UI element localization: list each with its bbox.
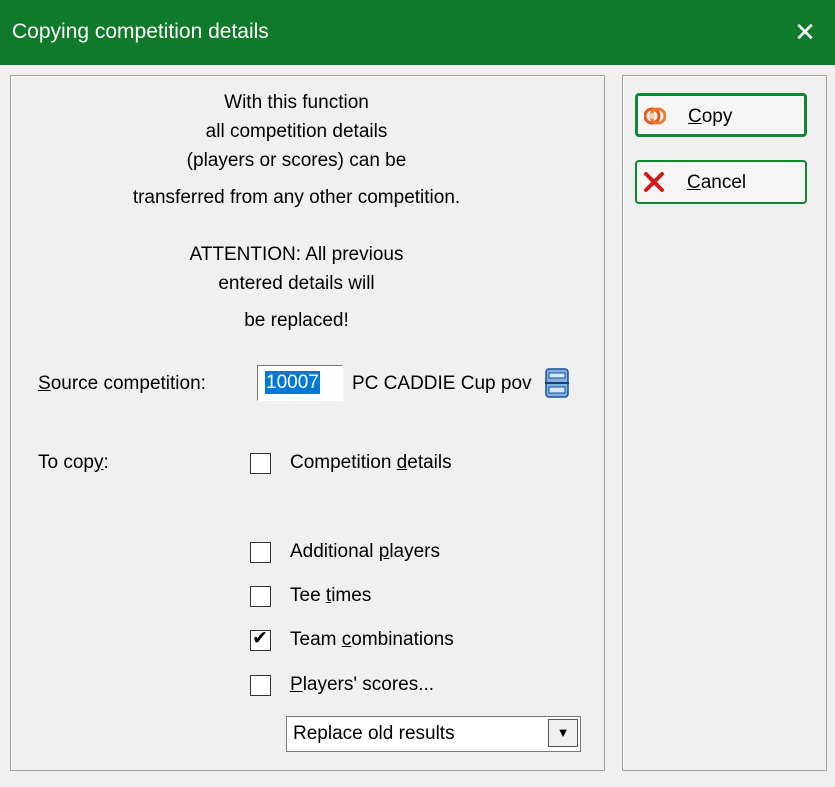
competition-details-label[interactable]: Competition details — [290, 452, 452, 474]
additional-players-label[interactable]: Additional players — [290, 541, 440, 563]
additional-players-checkbox[interactable] — [250, 542, 271, 563]
close-button[interactable]: ✕ — [775, 0, 835, 65]
attention-line-1: ATTENTION: All previous — [189, 244, 404, 265]
cancel-button[interactable]: Cancel — [635, 160, 807, 204]
tee-times-label[interactable]: Tee times — [290, 585, 371, 607]
attention-line-2: entered details will — [218, 273, 375, 294]
copy-button-label: Copy — [688, 106, 733, 127]
source-competition-label: Source competition: — [38, 373, 206, 394]
cancel-button-label: Cancel — [687, 172, 747, 193]
team-combinations-label[interactable]: Team combinations — [290, 629, 454, 651]
info-line-3: (players or scores) can be — [186, 150, 407, 171]
main-panel — [10, 75, 605, 771]
title-bar[interactable]: Copying competition details ✕ — [0, 0, 835, 65]
players-scores-label[interactable]: Players' scores... — [290, 674, 434, 696]
info-line-4: transferred from any other competition. — [132, 187, 461, 208]
competition-number-value[interactable]: 10007 — [265, 371, 320, 394]
info-line-1: With this function — [224, 92, 369, 113]
players-scores-checkbox[interactable] — [250, 675, 271, 696]
results-mode-value: Replace old results — [293, 723, 455, 744]
to-copy-label: To copy: — [38, 452, 109, 473]
red-x-icon — [643, 171, 665, 193]
competition-name: PC CADDIE Cup pov — [352, 373, 532, 394]
competition-details-checkbox[interactable] — [250, 453, 271, 474]
copy-rings-icon — [643, 105, 667, 127]
team-combinations-checkbox[interactable]: ✔ — [250, 628, 271, 651]
competition-number-field[interactable]: 10007 — [257, 365, 343, 401]
copy-button[interactable]: Copy — [635, 93, 807, 137]
attention-line-3: be replaced! — [244, 310, 349, 331]
window-title: Copying competition details — [12, 20, 269, 43]
lookup-list-icon[interactable] — [545, 368, 569, 398]
checkmark-icon: ✔ — [252, 628, 268, 649]
tee-times-checkbox[interactable] — [250, 586, 271, 607]
results-mode-dropdown[interactable]: Replace old results ▼ — [286, 716, 581, 752]
dropdown-arrow-icon[interactable]: ▼ — [548, 719, 578, 747]
info-line-2: all competition details — [205, 121, 388, 142]
